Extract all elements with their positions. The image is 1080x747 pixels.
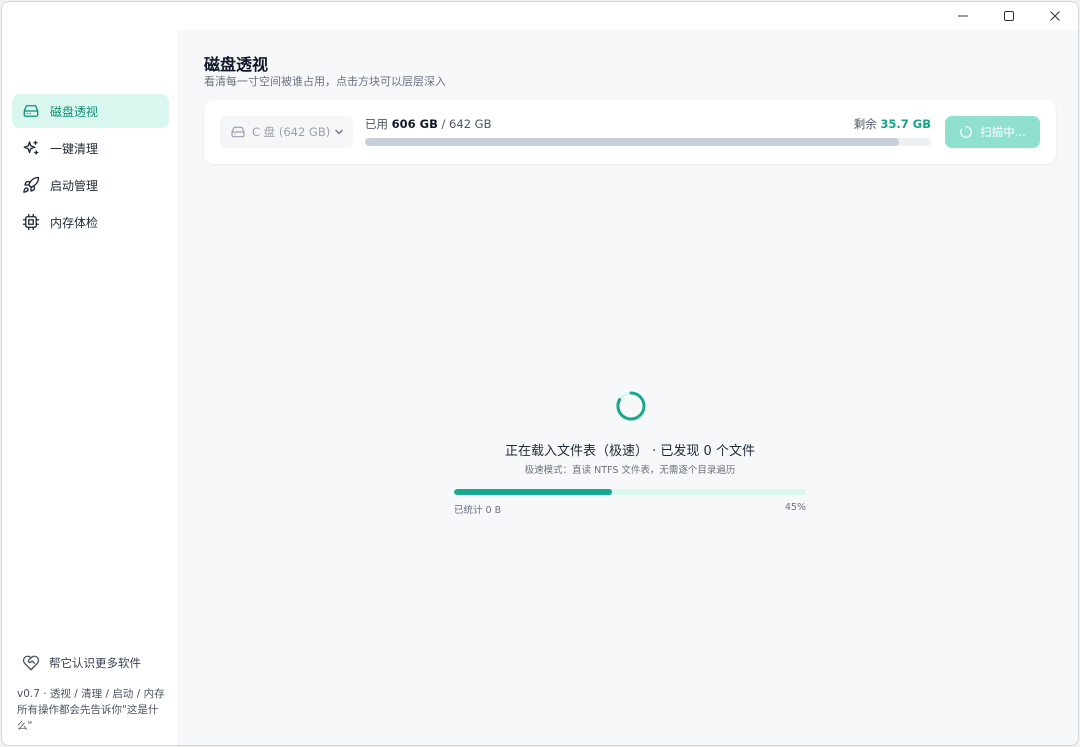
scan-button-label: 扫描中... [980,125,1026,139]
sidebar-item-memory-check[interactable]: 内存体检 [12,205,169,239]
maximize-button[interactable] [986,2,1032,30]
disk-summary-card: C 盘 (642 GB) 已用 606 GB / 642 GB 剩余 35.7 … [204,100,1056,164]
page-subtitle: 看清每一寸空间被谁占用，点击方块可以层层深入 [204,75,446,88]
minimize-icon [958,15,968,17]
chip-icon [21,212,41,232]
drive-select-value: C 盘 (642 GB) [252,125,331,139]
loading-spinner-icon [616,391,646,421]
close-icon [1050,11,1060,21]
sidebar-nav: 磁盘透视 一键清理 启动管理 内存体检 [12,94,169,242]
chevron-down-icon [335,129,343,135]
loading-spinner-icon [960,126,973,138]
counted-size: 已统计 0 B [454,505,502,516]
sidebar-item-one-click-clean[interactable]: 一键清理 [12,131,169,165]
free-label: 剩余 [853,117,877,131]
sidebar-item-disk-view[interactable]: 磁盘透视 [12,94,169,128]
drive-select[interactable]: C 盘 (642 GB) [220,116,353,148]
title-bar [2,2,1078,30]
loading-progress-bar [454,489,806,495]
loading-mode-hint: 极速模式：直读 NTFS 文件表，无需逐个目录遍历 [524,465,736,476]
sidebar-item-startup-manager[interactable]: 启动管理 [12,168,169,202]
sidebar-item-label: 一键清理 [50,141,99,156]
hard-drive-icon [21,101,41,121]
sidebar: 磁盘透视 一键清理 启动管理 内存体检 帮它认识更多软件 v0.7 · 透视 /… [2,30,179,745]
sparkles-icon [21,138,41,158]
app-window: 磁盘透视 一键清理 启动管理 内存体检 帮它认识更多软件 v0.7 · 透视 /… [1,1,1079,746]
scan-button[interactable]: 扫描中... [945,116,1040,148]
maximize-icon [1004,11,1014,21]
free-value: 35.7 GB [880,117,931,131]
minimize-button[interactable] [940,2,986,30]
disk-usage: 已用 606 GB / 642 GB 剩余 35.7 GB [365,116,931,146]
version-info: v0.7 · 透视 / 清理 / 启动 / 内存 所有操作都会先告诉你"这是什么… [17,688,165,732]
total-value: / 642 GB [441,117,492,131]
used-label: 已用 [365,117,388,131]
sidebar-item-label: 启动管理 [50,178,99,193]
close-button[interactable] [1032,2,1078,30]
sidebar-item-label: 磁盘透视 [50,104,99,119]
used-summary: 已用 606 GB / 642 GB [365,116,491,132]
loading-progress-fill [454,489,613,495]
help-recognize-software-link[interactable]: 帮它认识更多软件 [22,654,141,672]
loading-progress-footer: 已统计 0 B 45% [454,502,806,516]
disk-usage-bar [365,138,931,146]
progress-percent: 45% [784,502,806,513]
sidebar-item-label: 内存体检 [50,215,99,230]
footer-link-label: 帮它认识更多软件 [49,656,141,670]
free-summary: 剩余 35.7 GB [854,116,931,132]
disk-usage-bar-fill [365,138,900,146]
rocket-icon [21,175,41,195]
hard-drive-icon [231,126,245,138]
page-title: 磁盘透视 [204,55,269,74]
used-value: 606 GB [391,117,438,131]
loading-status: 正在载入文件表（极速） · 已发现 0 个文件 [505,444,755,459]
heart-handshake-icon [22,655,40,671]
main-content: 磁盘透视 看清每一寸空间被谁占用，点击方块可以层层深入 C 盘 (642 GB)… [180,30,1078,745]
window-controls [940,2,1078,30]
